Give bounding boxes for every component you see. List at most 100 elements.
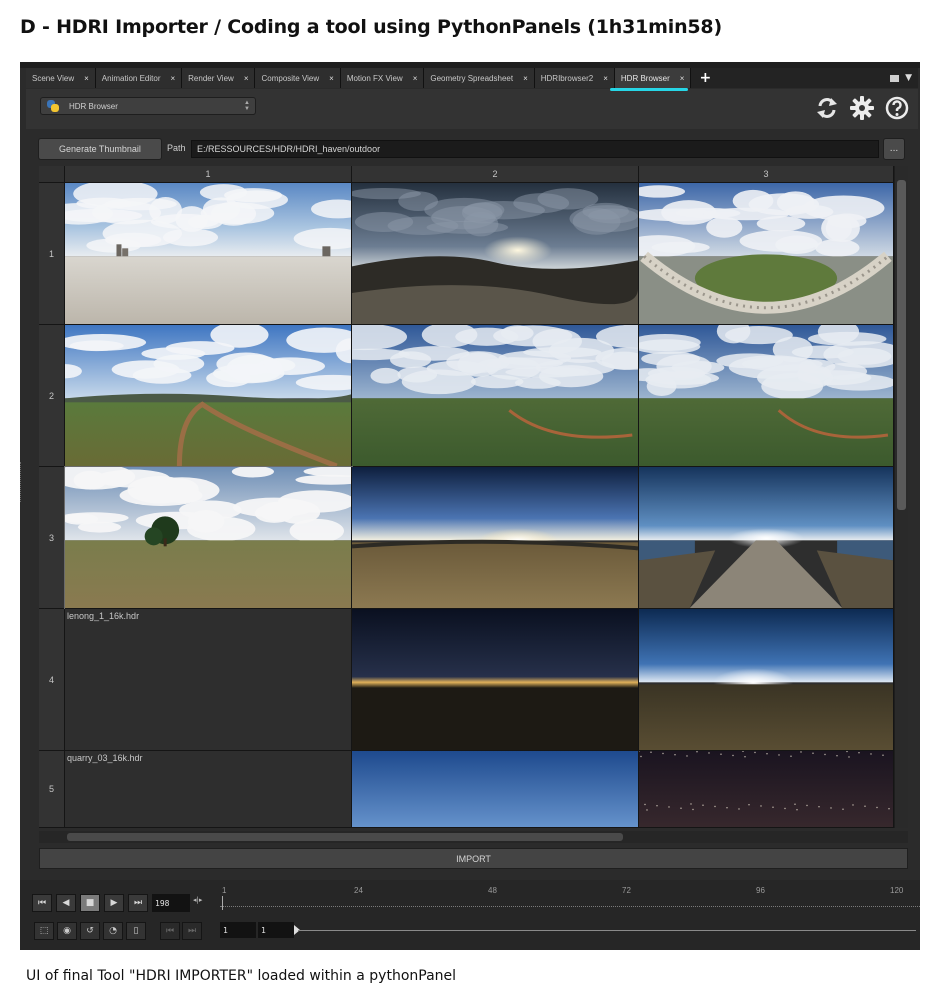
timeline-ruler[interactable]: 1 24 48 72 96 120 (220, 886, 920, 916)
row-header[interactable]: 3 (39, 467, 65, 609)
tab-label: Geometry Spreadsheet (430, 73, 514, 83)
playbar: 198 ◂|▸ 1 24 48 72 96 120 1 1 ⏮ ◀ ■ ▶ ⏭ ⬚ ◉ ↺ ◔ ▯ ⏮ ⏭ (20, 880, 920, 950)
hdri-preview-image (65, 467, 351, 608)
close-icon[interactable]: × (680, 74, 685, 83)
tab-scene-view[interactable]: Scene View × (26, 68, 96, 88)
column-header[interactable]: 3 (639, 166, 894, 183)
selector-arrows-icon: ▲ ▼ (244, 100, 250, 112)
tab-highlight-underline (610, 88, 688, 91)
hdri-thumbnail[interactable] (352, 609, 639, 751)
row-header[interactable]: 2 (39, 325, 65, 467)
range-slider[interactable] (298, 930, 916, 931)
horizontal-scrollbar[interactable] (39, 831, 908, 843)
keys-icon[interactable]: ▯ (126, 922, 146, 940)
skip-prev-key-icon[interactable]: ⏮ (160, 922, 180, 940)
hdri-thumbnail[interactable] (639, 325, 894, 467)
hdri-preview-image (352, 183, 638, 324)
close-icon[interactable]: × (329, 74, 334, 83)
pane-tabs: Scene View × Animation Editor × Render View ×… (26, 68, 918, 88)
ruler-line (220, 906, 920, 907)
ruler-tick-label: 48 (488, 886, 497, 895)
hdri-thumbnail[interactable] (352, 325, 639, 467)
audio-icon[interactable]: ◉ (57, 922, 77, 940)
hdri-thumbnail[interactable] (65, 183, 352, 325)
column-header[interactable]: 2 (352, 166, 639, 183)
tab-hdribrowser2[interactable]: HDRIbrowser2 × (534, 68, 615, 88)
hdri-thumbnail[interactable]: lenong_1_16k.hdr (65, 609, 352, 751)
close-icon[interactable]: × (413, 74, 418, 83)
close-icon[interactable]: × (244, 74, 249, 83)
horizontal-scroll-thumb[interactable] (67, 833, 623, 841)
realtime-icon[interactable]: ◔ (103, 922, 123, 940)
hdri-thumbnail[interactable] (639, 467, 894, 609)
skip-next-key-icon[interactable]: ⏭ (182, 922, 202, 940)
panel-selector-label: HDR Browser (69, 101, 118, 111)
grid-corner (39, 166, 65, 183)
hdri-preview-image (639, 609, 893, 750)
refresh-icon[interactable] (814, 95, 840, 121)
hdri-preview-image (639, 467, 893, 608)
ruler-tick-label: 24 (354, 886, 363, 895)
hdri-thumbnail[interactable] (64, 466, 353, 610)
close-icon[interactable]: × (603, 74, 608, 83)
tab-motion-fx-view[interactable]: Motion FX View × (340, 68, 425, 88)
browse-button[interactable]: ... (883, 138, 905, 160)
hdri-thumbnail[interactable] (352, 183, 639, 325)
maximize-icon[interactable] (890, 74, 900, 82)
row-header[interactable]: 5 (39, 751, 65, 828)
hdri-thumbnail[interactable]: quarry_03_16k.hdr (65, 751, 352, 828)
add-tab-icon[interactable]: + (691, 68, 719, 88)
hdri-thumbnail[interactable] (65, 325, 352, 467)
loop-icon[interactable]: ↺ (80, 922, 100, 940)
tab-label: Motion FX View (346, 73, 403, 83)
ruler-tick-label: 120 (890, 886, 904, 895)
select-icon[interactable]: ⬚ (34, 922, 54, 940)
close-icon[interactable]: × (523, 74, 528, 83)
row-header[interactable]: 4 (39, 609, 65, 751)
python-panel-selector[interactable]: HDR Browser ▲ ▼ (40, 97, 256, 115)
path-input[interactable]: E:/RESSOURCES/HDR/HDRI_haven/outdoor (191, 140, 879, 158)
close-icon[interactable]: × (170, 74, 175, 83)
close-icon[interactable]: × (84, 74, 89, 83)
import-button[interactable]: IMPORT (39, 848, 908, 869)
play-forward-icon[interactable]: ▶ (104, 894, 124, 912)
panel-toolbar: HDR Browser ▲ ▼ (26, 89, 918, 129)
skip-end-icon[interactable]: ⏭ (128, 894, 148, 912)
tab-label: Render View (188, 73, 234, 83)
hdri-preview-image (352, 325, 638, 466)
gear-icon[interactable] (848, 94, 876, 122)
range-start-field[interactable]: 1 (220, 922, 256, 938)
column-header[interactable]: 1 (65, 166, 352, 183)
tab-composite-view[interactable]: Composite View × (255, 68, 341, 88)
playhead[interactable] (222, 896, 223, 910)
tab-label: HDRIbrowser2 (540, 73, 594, 83)
hdri-thumbnail[interactable] (352, 467, 639, 609)
generate-thumbnail-button[interactable]: Generate Thumbnail (38, 138, 162, 160)
ruler-tick-label: 72 (622, 886, 631, 895)
vertical-scrollbar[interactable] (895, 166, 908, 828)
play-reverse-icon[interactable]: ◀ (56, 894, 76, 912)
tab-hdr-browser[interactable]: HDR Browser × (614, 68, 692, 88)
row-header[interactable]: 1 (39, 183, 65, 325)
tab-render-view[interactable]: Render View × (182, 68, 256, 88)
step-frame-icon[interactable]: ◂|▸ (193, 896, 202, 904)
tab-geometry-spreadsheet[interactable]: Geometry Spreadsheet × (424, 68, 535, 88)
figure-caption: UI of final Tool "HDRI IMPORTER" loaded … (26, 968, 457, 984)
stop-icon[interactable]: ■ (80, 894, 100, 912)
tab-animation-editor[interactable]: Animation Editor × (95, 68, 183, 88)
help-icon[interactable] (884, 95, 910, 121)
hdri-thumbnail[interactable] (352, 751, 639, 828)
hdri-thumbnail[interactable] (639, 183, 894, 325)
pane-menu[interactable]: ▼ (890, 68, 918, 88)
hdri-thumbnail[interactable] (639, 609, 894, 751)
path-row: Generate Thumbnail Path E:/RESSOURCES/HD… (26, 137, 918, 161)
pane-dropdown-icon[interactable]: ▼ (905, 73, 912, 83)
vertical-scroll-thumb[interactable] (897, 180, 906, 510)
skip-start-icon[interactable]: ⏮ (32, 894, 52, 912)
pane-splitter[interactable] (20, 462, 22, 502)
range-end-field[interactable]: 1 (258, 922, 294, 938)
current-frame-field[interactable]: 198 (152, 894, 190, 912)
hdri-thumbnail[interactable] (639, 751, 894, 828)
tabs-spacer (719, 68, 890, 88)
hdri-preview-image (352, 467, 638, 608)
